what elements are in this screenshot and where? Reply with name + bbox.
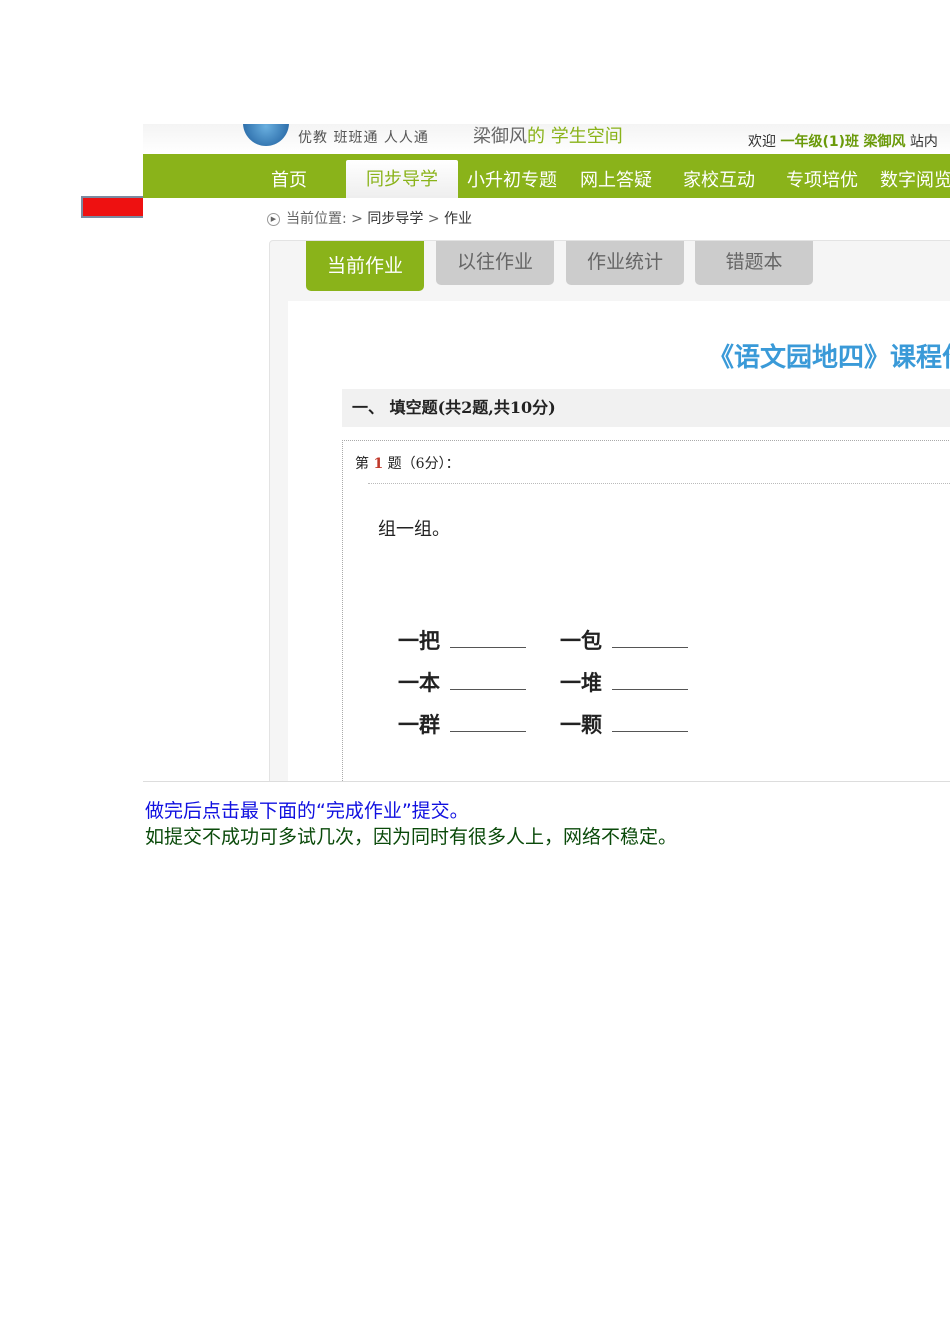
breadcrumb-sep: >: [427, 211, 440, 227]
breadcrumb-item: 作业: [444, 211, 472, 227]
section-header: 一、 填空题(共2题,共10分): [342, 389, 950, 427]
item-word: 一群: [398, 712, 440, 737]
blank-item: 一把: [398, 625, 526, 655]
item-word: 一颗: [560, 712, 602, 737]
logo-icon: [243, 124, 289, 146]
item-word: 一包: [560, 628, 602, 653]
blank-item: 一本: [398, 667, 526, 697]
blank-line: [450, 673, 526, 690]
site-link[interactable]: 站内: [910, 134, 938, 150]
welcome-label: 欢迎: [748, 134, 776, 150]
document-page: 优教 班班通 人人通 梁御风的 学生空间 欢迎 一年级(1)班 梁御风 站内 首…: [0, 0, 950, 1344]
nav-home-school[interactable]: 家校互动: [683, 166, 755, 192]
instruction-note: 如提交不成功可多试几次，因为同时有很多人上，网络不稳定。: [145, 826, 678, 848]
nav-home[interactable]: 首页: [271, 166, 307, 192]
blank-item: 一群: [398, 709, 526, 739]
breadcrumb-item[interactable]: 同步导学: [367, 211, 423, 227]
breadcrumb-sep: >: [351, 211, 363, 227]
user-link[interactable]: 梁御风: [863, 134, 905, 150]
blank-line: [450, 715, 526, 732]
q-number: 1: [373, 456, 384, 472]
nav-special[interactable]: 专项培优: [786, 166, 858, 192]
item-word: 一堆: [560, 670, 602, 695]
tab-stats[interactable]: 作业统计: [566, 241, 684, 285]
question-prompt: 组一组。: [378, 519, 450, 540]
nav-xsc[interactable]: 小升初专题: [467, 166, 557, 192]
homework-panel: 当前作业 以往作业 作业统计 错题本 《语文园地四》课程作业 一、 填空题(共2…: [269, 240, 950, 781]
breadcrumb-label: 当前位置:: [286, 211, 347, 227]
nav-reading[interactable]: 数字阅览: [880, 166, 950, 192]
class-link[interactable]: 一年级(1)班: [780, 134, 859, 150]
question-header: 第 1 题（6分）：: [355, 453, 460, 473]
top-bar: 优教 班班通 人人通 梁御风的 学生空间 欢迎 一年级(1)班 梁御风 站内: [143, 124, 950, 154]
tab-current[interactable]: 当前作业: [306, 241, 424, 291]
play-circle-icon: ▶: [267, 212, 280, 226]
breadcrumb: ▶ 当前位置: > 同步导学 > 作业: [267, 208, 472, 228]
q-prefix: 第: [355, 456, 369, 472]
tab-mistakes[interactable]: 错题本: [695, 241, 813, 285]
screenshot: 优教 班班通 人人通 梁御风的 学生空间 欢迎 一年级(1)班 梁御风 站内 首…: [143, 124, 950, 782]
homework-content: 《语文园地四》课程作业 一、 填空题(共2题,共10分) 第 1 题（6分）： …: [288, 301, 950, 781]
space-suffix: 的 学生空间: [527, 126, 623, 147]
blank-line: [612, 673, 688, 690]
blank-item: 一颗: [560, 709, 688, 739]
welcome-text: 欢迎 一年级(1)班 梁御风 站内: [748, 131, 938, 151]
space-title: 梁御风的 学生空间: [473, 124, 623, 148]
tab-past[interactable]: 以往作业: [436, 241, 554, 285]
item-word: 一本: [398, 670, 440, 695]
blank-line: [450, 631, 526, 648]
blank-item: 一堆: [560, 667, 688, 697]
nav-qa[interactable]: 网上答疑: [580, 166, 652, 192]
blank-line: [612, 715, 688, 732]
space-owner: 梁御风: [473, 126, 527, 147]
divider: [368, 483, 950, 484]
question-box: 第 1 题（6分）： 组一组。 一把 一包 一本 一堆 一群 一颗: [342, 440, 950, 781]
brand-text: 优教 班班通 人人通: [298, 130, 429, 146]
q-score: 题（6分）：: [387, 456, 460, 472]
instruction-note: 做完后点击最下面的“完成作业”提交。: [145, 800, 469, 822]
nav-sync-study[interactable]: 同步导学: [346, 160, 458, 198]
blank-item: 一包: [560, 625, 688, 655]
blank-line: [612, 631, 688, 648]
item-word: 一把: [398, 628, 440, 653]
main-nav: 首页 同步导学 小升初专题 网上答疑 家校互动 专项培优 数字阅览: [143, 154, 950, 198]
homework-title: 《语文园地四》课程作业: [708, 343, 950, 373]
